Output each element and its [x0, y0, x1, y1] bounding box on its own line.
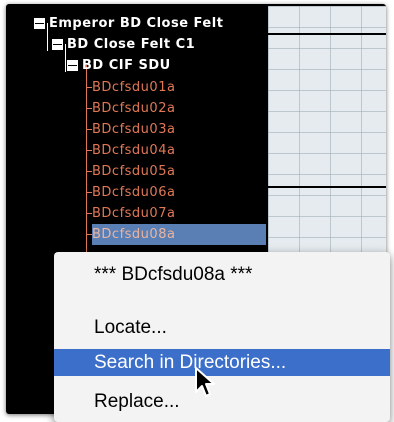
tree-connector-leaves	[86, 65, 87, 275]
tree-leaf-item[interactable]: BDcfsdu06a	[92, 182, 175, 203]
menu-item-locate[interactable]: Locate...	[54, 314, 390, 341]
tree-leaf-item[interactable]: BDcfsdu04a	[92, 140, 175, 161]
tree-leaf-item[interactable]: BDcfsdu03a	[92, 119, 175, 140]
tree-item-label: BD CIF SDU	[82, 58, 171, 73]
tree-leaf-label: BDcfsdu01a	[92, 80, 176, 95]
grid-rule	[268, 186, 386, 188]
tree-leaf-item[interactable]: BDcfsdu02a	[92, 98, 175, 119]
tree-item-root[interactable]: Emperor BD Close Felt	[34, 13, 223, 34]
tree-leaf-item-selected[interactable]: BDcfsdu08a	[92, 224, 266, 245]
collapse-toggle-icon[interactable]	[67, 60, 78, 71]
tree-leaf-label: BDcfsdu04a	[92, 143, 176, 158]
tree-item-label: Emperor BD Close Felt	[49, 16, 224, 31]
context-menu-title: *** BDcfsdu08a ***	[94, 264, 253, 285]
collapse-toggle-icon[interactable]	[34, 18, 45, 29]
tree-leaf-label: BDcfsdu02a	[92, 101, 176, 116]
context-menu: *** BDcfsdu08a *** Locate... Search in D…	[54, 252, 390, 422]
tree-leaf-label: BDcfsdu07a	[92, 206, 176, 221]
grid-rule	[268, 33, 386, 35]
collapse-toggle-icon[interactable]	[52, 39, 63, 50]
tree-item-label: BD Close Felt C1	[67, 37, 196, 52]
menu-item-replace[interactable]: Replace...	[54, 388, 390, 415]
menu-item-search-in-directories[interactable]: Search in Directories...	[54, 349, 390, 376]
tree-leaf-item[interactable]: BDcfsdu07a	[92, 203, 175, 224]
tree-leaf-item[interactable]: BDcfsdu05a	[92, 161, 175, 182]
tree-item-child[interactable]: BD Close Felt C1	[52, 34, 195, 55]
tree-leaf-label: BDcfsdu08a	[92, 227, 176, 242]
tree-leaf-item[interactable]: BDcfsdu01a	[92, 77, 175, 98]
tree-leaf-label: BDcfsdu06a	[92, 185, 176, 200]
tree-item-grandchild[interactable]: BD CIF SDU	[67, 55, 171, 76]
tree-leaf-label: BDcfsdu05a	[92, 164, 176, 179]
tree-leaf-label: BDcfsdu03a	[92, 122, 176, 137]
